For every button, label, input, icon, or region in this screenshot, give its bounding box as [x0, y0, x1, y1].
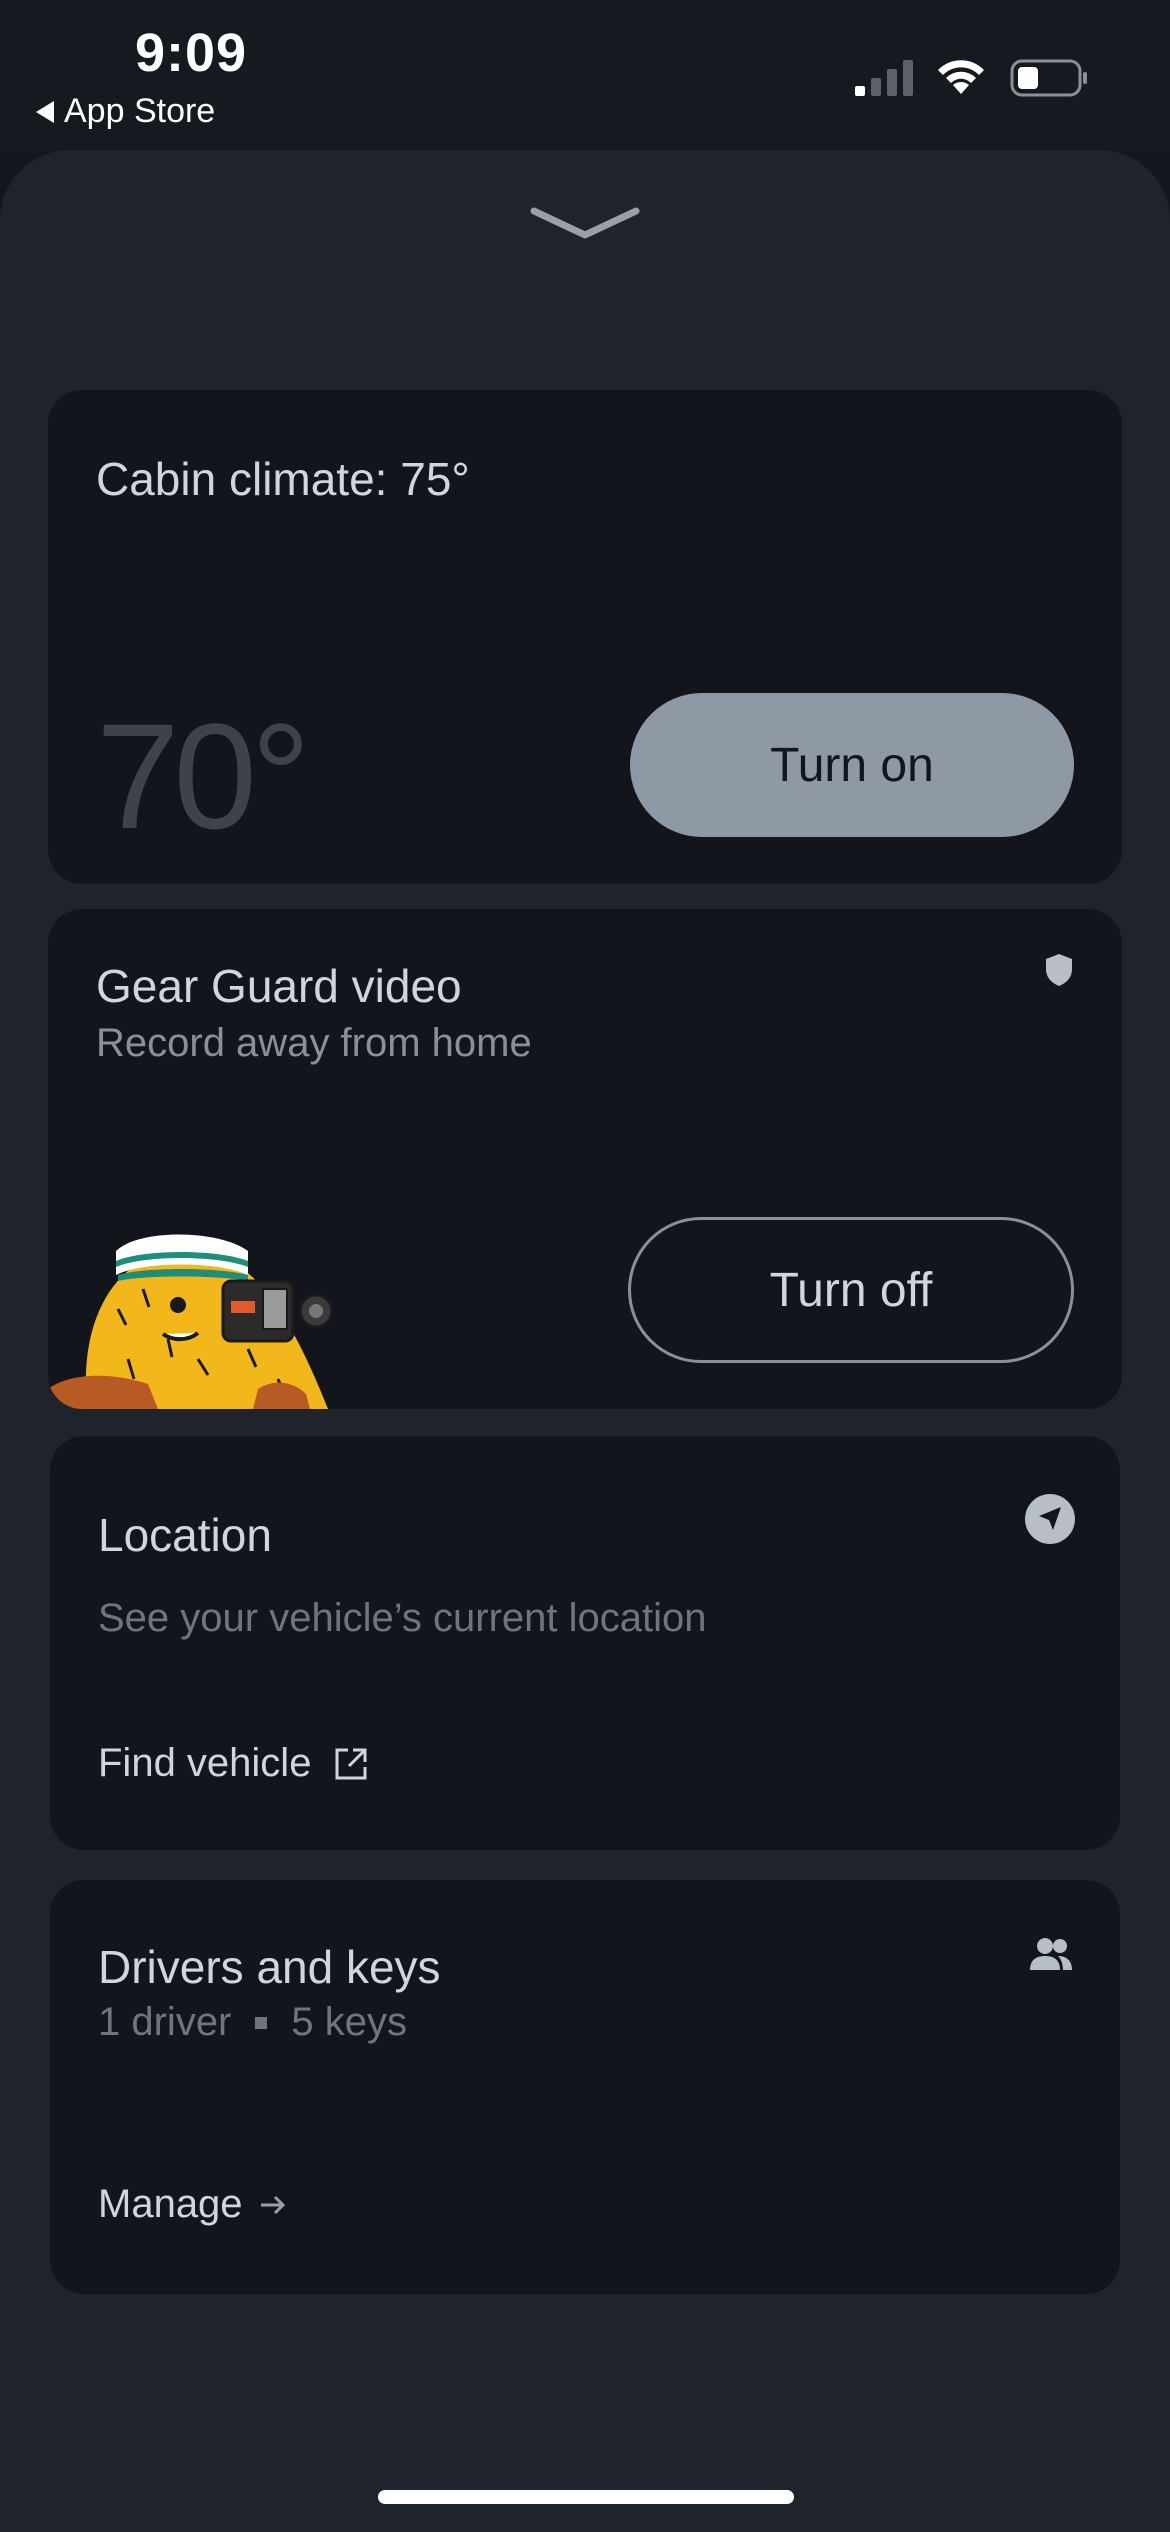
back-to-app-store[interactable]: App Store — [36, 92, 215, 131]
battery-icon — [1010, 59, 1087, 97]
location-subtitle: See your vehicle’s current location — [98, 1596, 707, 1640]
signal-icon — [855, 60, 913, 96]
home-indicator[interactable] — [378, 2490, 794, 2504]
status-bar: 9:09 App Store — [0, 0, 1170, 150]
manage-label: Manage — [98, 2182, 243, 2226]
shield-icon — [1046, 954, 1072, 986]
drivers-title: Drivers and keys — [98, 1941, 441, 1993]
back-app-label: App Store — [64, 92, 216, 130]
climate-turn-on-button[interactable]: Turn on — [630, 693, 1074, 837]
drivers-count: 1 driver — [98, 2000, 232, 2044]
gear-guard-turn-off-button[interactable]: Turn off — [628, 1217, 1074, 1363]
gear-guard-card: Gear Guard video Record away from home T… — [48, 909, 1122, 1409]
drivers-keys-card: Drivers and keys 1 driver 5 keys Manage — [50, 1880, 1120, 2294]
climate-title: Cabin climate: 75° — [96, 453, 470, 505]
gear-guard-mascot-illustration — [48, 1234, 334, 1409]
wifi-icon — [938, 60, 984, 94]
external-link-icon — [335, 1748, 367, 1779]
separator-dot — [255, 2016, 268, 2029]
navigation-arrow-icon — [1025, 1494, 1075, 1544]
keys-count: 5 keys — [291, 2000, 407, 2044]
people-icon — [1030, 1938, 1072, 1970]
gear-guard-subtitle: Record away from home — [96, 1021, 532, 1065]
arrow-right-icon — [260, 2195, 285, 2214]
drivers-summary: 1 driver 5 keys — [98, 2000, 407, 2045]
status-time: 9:09 — [135, 23, 248, 83]
current-temperature: 70° — [96, 692, 311, 860]
find-vehicle-label: Find vehicle — [98, 1741, 312, 1785]
find-vehicle-link[interactable]: Find vehicle — [98, 1741, 369, 1786]
climate-card: Cabin climate: 75° 70° Turn on — [48, 390, 1122, 884]
chevron-down-icon[interactable] — [530, 205, 640, 245]
location-title: Location — [98, 1509, 272, 1561]
location-card: Location See your vehicle’s current loca… — [50, 1436, 1120, 1850]
manage-link[interactable]: Manage — [98, 2182, 289, 2227]
gear-guard-title: Gear Guard video — [96, 960, 462, 1012]
back-triangle-icon — [36, 100, 54, 123]
